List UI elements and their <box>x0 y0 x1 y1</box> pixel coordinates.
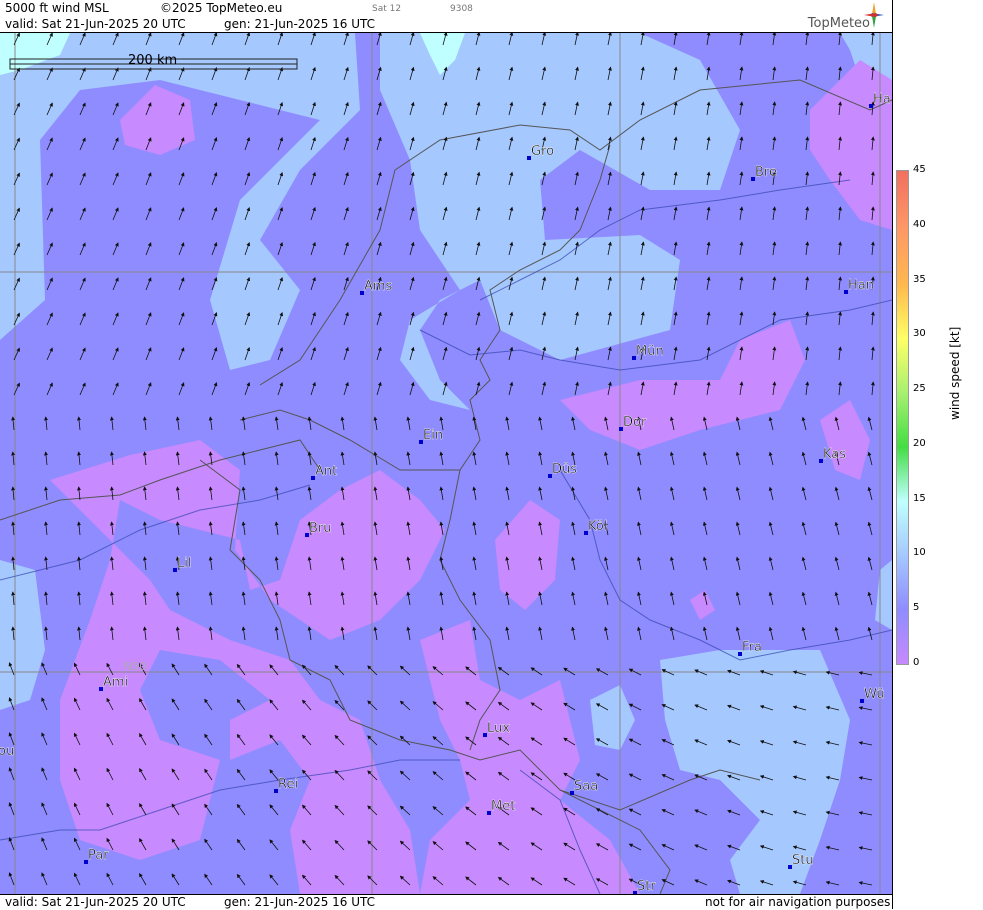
scale-label: 200 km <box>128 53 177 68</box>
city-label: Wü <box>864 687 885 702</box>
city-han: Han <box>844 278 874 294</box>
city-label: Saa <box>574 779 598 794</box>
lat-label-n50: N50 <box>124 660 146 673</box>
city-ams: Ams <box>360 279 393 295</box>
city-label: Fra <box>742 640 762 655</box>
colorbar-tick: 0 <box>913 657 920 668</box>
city-dor: Dor <box>619 415 647 431</box>
city-stu: Stu <box>788 853 814 869</box>
city-ami: Ami <box>99 675 128 691</box>
city-str: Str <box>633 879 657 894</box>
city-label: Gro <box>531 144 554 159</box>
city-label: Ami <box>103 675 128 690</box>
city-met: Met <box>487 799 516 815</box>
city-saa: Saa <box>570 779 598 795</box>
header-bar: 5000 ft wind MSL ©2025 TopMeteo.eu Sat 1… <box>0 0 892 33</box>
wind-speed-colorbar <box>896 170 909 665</box>
city-label: Ant <box>315 464 337 479</box>
city-label: Han <box>848 278 874 293</box>
colorbar-tick: 10 <box>913 547 926 559</box>
city-rei: Rei <box>274 777 298 793</box>
city-mün: Mün <box>632 344 664 360</box>
footer-gen-time: gen: 21-Jun-2025 16 UTC <box>224 895 376 909</box>
city-label: Kas <box>823 447 846 462</box>
city-lux: Lux <box>483 721 510 737</box>
code-label: 9308 <box>450 4 473 14</box>
footer-bar: valid: Sat 21-Jun-2025 20 UTC gen: 21-Ju… <box>0 894 892 910</box>
city-label: Met <box>491 799 515 814</box>
city-label: Str <box>637 879 656 894</box>
colorbar-tick: 35 <box>913 273 926 285</box>
copyright-text: ©2025 TopMeteo.eu <box>160 1 283 15</box>
city-label: Köl <box>588 519 607 534</box>
topmeteo-logo: TopMeteo <box>794 2 884 31</box>
city-label: Bru <box>309 521 332 536</box>
city-label: Ha <box>873 92 891 107</box>
valid-time: valid: Sat 21-Jun-2025 20 UTC <box>5 17 186 31</box>
city-fra: Fra <box>738 640 762 656</box>
city-label: Ein <box>423 428 443 443</box>
compass-icon <box>864 2 884 28</box>
city-label: Mün <box>636 344 664 359</box>
city-gro: Gro <box>527 144 554 160</box>
map-title: 5000 ft wind MSL <box>5 1 109 15</box>
city-düs: Düs <box>548 462 577 478</box>
city-köl: Köl <box>584 519 608 535</box>
city-wü: Wü <box>860 687 885 703</box>
footer-valid-time: valid: Sat 21-Jun-2025 20 UTC <box>5 895 186 909</box>
colorbar-tick: 5 <box>913 602 920 614</box>
city-ou: ou <box>0 744 14 759</box>
city-label: Lux <box>487 721 510 736</box>
city-kas: Kas <box>819 447 846 463</box>
city-label: Dor <box>623 415 647 430</box>
city-bru: Bru <box>305 521 332 537</box>
colorbar-tick: 20 <box>913 437 926 449</box>
legend-panel: 45 40 35 30 25 20 15 10 5 0 wind speed [kt] <box>892 0 983 909</box>
colorbar-tick: 45 <box>913 164 926 175</box>
wind-map[interactable]: 200 km N50 Ha Gro Bre Ams Han Mün Dor Ein Kas Ant… <box>0 33 892 894</box>
city-label: Ams <box>364 279 393 294</box>
colorbar-tick: 40 <box>913 218 926 230</box>
city-label: Stu <box>792 853 814 868</box>
colorbar-tick: 30 <box>913 328 926 340</box>
city-label: ou <box>0 744 14 759</box>
city-ha: Ha <box>869 92 891 108</box>
logo-text: TopMeteo <box>807 16 870 31</box>
colorbar-unit-label: wind speed [kt] <box>948 326 962 420</box>
city-label: Lil <box>177 556 191 571</box>
city-label: Par <box>88 848 109 863</box>
city-label: Rei <box>278 777 298 792</box>
sat-label: Sat 12 <box>372 4 402 14</box>
city-bre: Bre <box>751 165 777 181</box>
colorbar-tick: 15 <box>913 492 926 504</box>
city-label: Düs <box>552 462 577 477</box>
colorbar-tick: 25 <box>913 383 926 395</box>
city-ein: Ein <box>419 428 443 444</box>
city-label: Bre <box>755 165 777 180</box>
gen-time: gen: 21-Jun-2025 16 UTC <box>224 17 376 31</box>
nav-disclaimer: not for air navigation purposes <box>705 895 891 909</box>
city-ant: Ant <box>311 464 337 480</box>
city-par: Par <box>84 848 109 864</box>
